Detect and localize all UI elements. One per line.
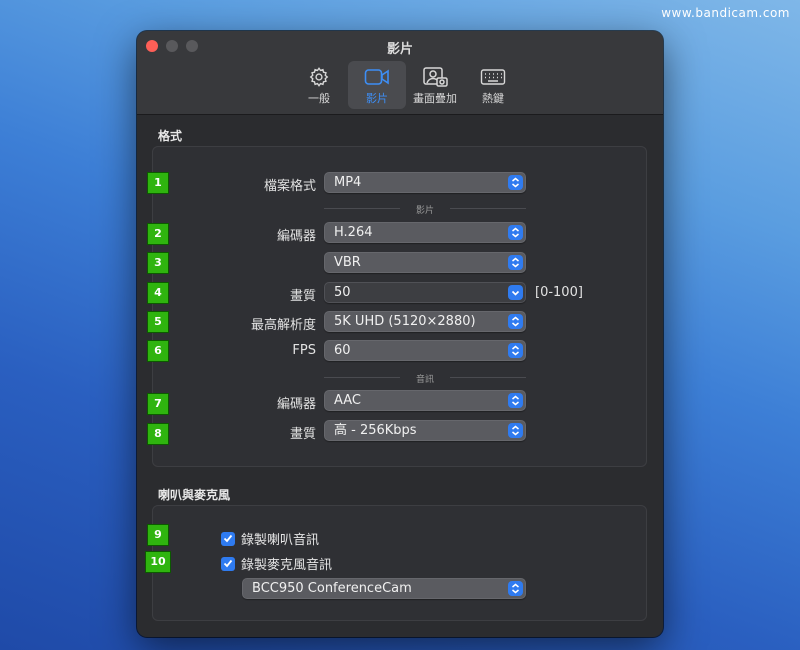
video-separator: 影片 — [324, 203, 526, 216]
format-group — [152, 146, 647, 467]
max-resolution-label: 最高解析度 — [250, 318, 316, 333]
audio-quality-label: 畫質 — [289, 427, 316, 442]
tab-video[interactable]: 影片 — [348, 61, 406, 109]
video-separator-label: 影片 — [415, 206, 434, 216]
audio-codec-label: 編碼器 — [276, 397, 316, 412]
audio-codec-popup[interactable]: AAC — [324, 390, 526, 411]
fps-value: 60 — [334, 343, 351, 358]
video-codec-value: H.264 — [334, 225, 373, 240]
bitrate-mode-value: VBR — [334, 255, 361, 270]
audio-separator: 音訊 — [324, 372, 526, 385]
audio-quality-popup[interactable]: 高 - 256Kbps — [324, 420, 526, 441]
video-codec-label: 編碼器 — [276, 229, 316, 244]
record-speaker-label: 錄製喇叭音訊 — [241, 533, 320, 548]
tab-hotkeys-label: 熱鍵 — [482, 92, 504, 105]
audio-codec-value: AAC — [334, 393, 361, 408]
record-mic-label: 錄製麥克風音訊 — [241, 558, 333, 573]
max-resolution-value: 5K UHD (5120×2880) — [334, 314, 476, 329]
fps-label: FPS — [292, 343, 316, 358]
max-resolution-popup[interactable]: 5K UHD (5120×2880) — [324, 311, 526, 332]
updown-chevron-icon — [508, 255, 523, 270]
record-speaker-checkbox[interactable]: 錄製喇叭音訊 — [221, 529, 319, 548]
quality-range-hint: [0-100] — [535, 285, 583, 300]
tab-video-label: 影片 — [366, 92, 388, 105]
updown-chevron-icon — [508, 581, 523, 596]
video-codec-popup[interactable]: H.264 — [324, 222, 526, 243]
tab-hotkeys[interactable]: 熱鍵 — [464, 61, 522, 109]
updown-chevron-icon — [508, 175, 523, 190]
updown-chevron-icon — [508, 314, 523, 329]
tab-overlay-label: 畫面疊加 — [413, 92, 457, 105]
chevron-down-icon[interactable] — [508, 285, 523, 300]
title-bar: 影片 一般 影片 畫面疊加 熱鍵 — [137, 31, 663, 115]
checkmark-icon — [221, 556, 235, 571]
window-title: 影片 — [386, 42, 413, 57]
audio-quality-value: 高 - 256Kbps — [334, 423, 417, 438]
format-section-title: 格式 — [158, 129, 183, 143]
watermark: www.bandicam.com — [661, 6, 790, 20]
file-format-value: MP4 — [334, 175, 362, 190]
fps-popup[interactable]: 60 — [324, 340, 526, 361]
mic-device-value: BCC950 ConferenceCam — [252, 581, 412, 596]
updown-chevron-icon — [508, 225, 523, 240]
tab-general[interactable]: 一般 — [290, 61, 348, 109]
bitrate-mode-popup[interactable]: VBR — [324, 252, 526, 273]
file-format-label: 檔案格式 — [263, 179, 316, 194]
updown-chevron-icon — [508, 343, 523, 358]
updown-chevron-icon — [508, 393, 523, 408]
audio-section-title: 喇叭與麥克風 — [158, 488, 231, 502]
mic-device-popup[interactable]: BCC950 ConferenceCam — [242, 578, 526, 599]
badge-9: 9 — [147, 524, 169, 546]
video-quality-value: 50 — [334, 285, 351, 300]
record-mic-checkbox[interactable]: 錄製麥克風音訊 — [221, 554, 332, 573]
tab-overlay[interactable]: 畫面疊加 — [406, 61, 464, 109]
video-quality-combobox[interactable]: 50 — [324, 282, 526, 303]
video-camera-icon — [364, 66, 390, 88]
badge-10: 10 — [145, 551, 171, 573]
tab-general-label: 一般 — [308, 92, 330, 105]
keyboard-icon — [480, 66, 506, 88]
picture-overlay-icon — [422, 66, 448, 88]
file-format-popup[interactable]: MP4 — [324, 172, 526, 193]
audio-separator-label: 音訊 — [415, 375, 434, 385]
checkmark-icon — [221, 531, 235, 546]
updown-chevron-icon — [508, 423, 523, 438]
badge-3: 3 — [147, 252, 169, 274]
video-quality-label: 畫質 — [289, 289, 316, 304]
preferences-toolbar: 一般 影片 畫面疊加 熱鍵 — [137, 61, 663, 109]
gear-icon — [306, 66, 332, 88]
